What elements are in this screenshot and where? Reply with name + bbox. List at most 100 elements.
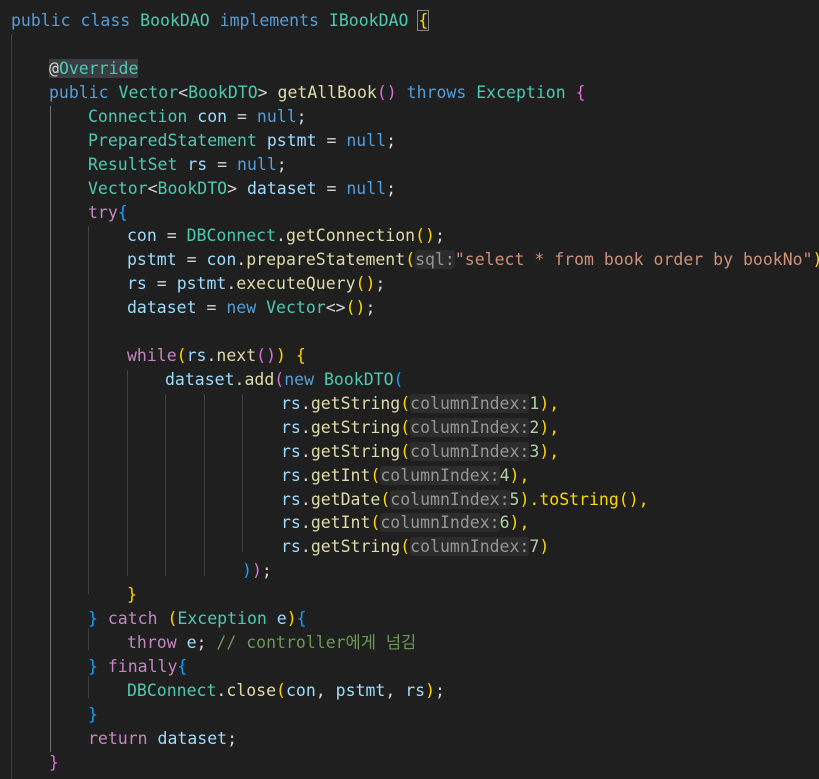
code-line-13[interactable]: dataset = new Vector<>(); (127, 296, 375, 320)
code-line-20[interactable]: rs.getInt(columnIndex:4), (281, 464, 529, 488)
line-tail: ), (539, 394, 560, 413)
operator: = (326, 179, 337, 198)
code-line-3[interactable]: @Override (49, 57, 139, 81)
punct: > (257, 83, 268, 102)
type-name: BookDTO (323, 370, 394, 389)
parens: () (355, 274, 376, 293)
variable: rs (187, 155, 208, 174)
code-line-17[interactable]: rs.getString(columnIndex:1), (281, 392, 559, 416)
method-name: next (216, 346, 257, 365)
method-name: getString (310, 418, 401, 437)
code-line-8[interactable]: Vector<BookDTO> dataset = null; (88, 177, 396, 201)
type-name: Vector (266, 298, 326, 317)
code-line-32[interactable]: } (49, 751, 59, 775)
paren: ( (393, 370, 404, 389)
code-line-22[interactable]: rs.getInt(columnIndex:6), (281, 511, 529, 535)
parameter-hint: columnIndex: (410, 442, 530, 461)
keyword: throw (127, 633, 177, 652)
annotation-at: @ (49, 59, 59, 78)
variable: dataset (165, 370, 235, 389)
code-line-24[interactable]: )); (242, 559, 272, 583)
operator: = (217, 155, 228, 174)
paren: ) (276, 346, 286, 365)
indent-guide (50, 106, 51, 752)
close-brace: } (127, 585, 137, 604)
code-line-31[interactable]: return dataset; (88, 727, 237, 751)
variable: rs (281, 394, 301, 413)
number-literal: 4 (499, 466, 510, 485)
operator: = (326, 131, 337, 150)
code-line-5[interactable]: Connection con = null; (88, 105, 307, 129)
keyword: try (88, 203, 118, 222)
type-name: Vector (118, 83, 179, 102)
variable: dataset (157, 729, 228, 748)
variable: dataset (127, 298, 197, 317)
code-line-15[interactable]: while(rs.next()) { (127, 344, 306, 368)
number-literal: 3 (529, 442, 540, 461)
null-literal: null (346, 131, 387, 150)
variable: pstmt (127, 250, 177, 269)
line-tail: ), (539, 418, 560, 437)
paren: ( (400, 394, 411, 413)
keyword: class (80, 11, 131, 30)
comment: // controller에게 넘김 (216, 633, 417, 652)
type-name: Connection (88, 107, 188, 126)
indent-guide (88, 226, 89, 594)
code-line-16[interactable]: dataset.add(new BookDTO( (165, 368, 403, 392)
line-tail: ), (509, 513, 530, 532)
indent-guide (88, 676, 89, 698)
indent-guide (88, 628, 89, 650)
code-line-21[interactable]: rs.getDate(columnIndex:5).toString(), (281, 488, 649, 512)
indent-guide (127, 370, 128, 576)
code-line-19[interactable]: rs.getString(columnIndex:3), (281, 440, 559, 464)
exception-type: Exception (476, 83, 566, 102)
class-name: DBConnect (186, 226, 277, 245)
code-line-6[interactable]: PreparedStatement pstmt = null; (88, 129, 396, 153)
variable: con (127, 226, 157, 245)
variable: rs (281, 513, 301, 532)
line-tail: ), (509, 466, 530, 485)
method-name: getInt (310, 466, 371, 485)
code-line-9[interactable]: try{ (88, 201, 128, 225)
exception-type: Exception (177, 609, 267, 628)
number-literal: 1 (529, 394, 540, 413)
code-line-29[interactable]: DBConnect.close(con, pstmt, rs); (127, 679, 445, 703)
variable: pstmt (176, 274, 227, 293)
variable: con (197, 107, 228, 126)
variable: rs (186, 346, 207, 365)
code-line-4[interactable]: public Vector<BookDTO> getAllBook() thro… (49, 81, 586, 105)
paren: ( (380, 490, 391, 509)
null-literal: null (346, 179, 387, 198)
keyword: return (88, 729, 148, 748)
code-line-1[interactable]: public class BookDAO implements IBookDAO… (11, 9, 430, 33)
code-editor[interactable]: public class BookDAO implements IBookDAO… (0, 0, 819, 779)
paren: ( (276, 681, 286, 700)
code-line-12[interactable]: rs = pstmt.executeQuery(); (127, 272, 385, 296)
keyword: public (49, 83, 109, 102)
keyword: throws (406, 83, 467, 102)
code-line-26[interactable]: } catch (Exception e){ (88, 607, 307, 631)
variable: dataset (246, 179, 317, 198)
indent-guide (204, 394, 205, 576)
method-name: getDate (310, 490, 381, 509)
code-line-23[interactable]: rs.getString(columnIndex:7) (281, 535, 549, 559)
code-line-10[interactable]: con = DBConnect.getConnection(); (127, 224, 445, 248)
punct: < (178, 83, 189, 102)
parens: () (256, 346, 277, 365)
code-line-28[interactable]: } finally{ (88, 655, 187, 679)
code-line-30[interactable]: } (88, 703, 98, 727)
code-line-11[interactable]: pstmt = con.prepareStatement(sql:"select… (127, 248, 819, 272)
code-line-25[interactable]: } (127, 583, 137, 607)
type-name: BookDTO (188, 83, 258, 102)
annotation-name: Override (58, 59, 139, 78)
variable: rs (405, 681, 426, 700)
code-line-27[interactable]: throw e; // controller에게 넘김 (127, 631, 416, 655)
method-name: close (226, 681, 277, 700)
code-line-18[interactable]: rs.getString(columnIndex:2), (281, 416, 559, 440)
type-name: Vector (88, 179, 148, 198)
null-literal: null (256, 107, 297, 126)
indent-guide (165, 394, 166, 576)
paren: ( (405, 250, 416, 269)
variable: e (276, 609, 287, 628)
code-line-7[interactable]: ResultSet rs = null; (88, 153, 287, 177)
